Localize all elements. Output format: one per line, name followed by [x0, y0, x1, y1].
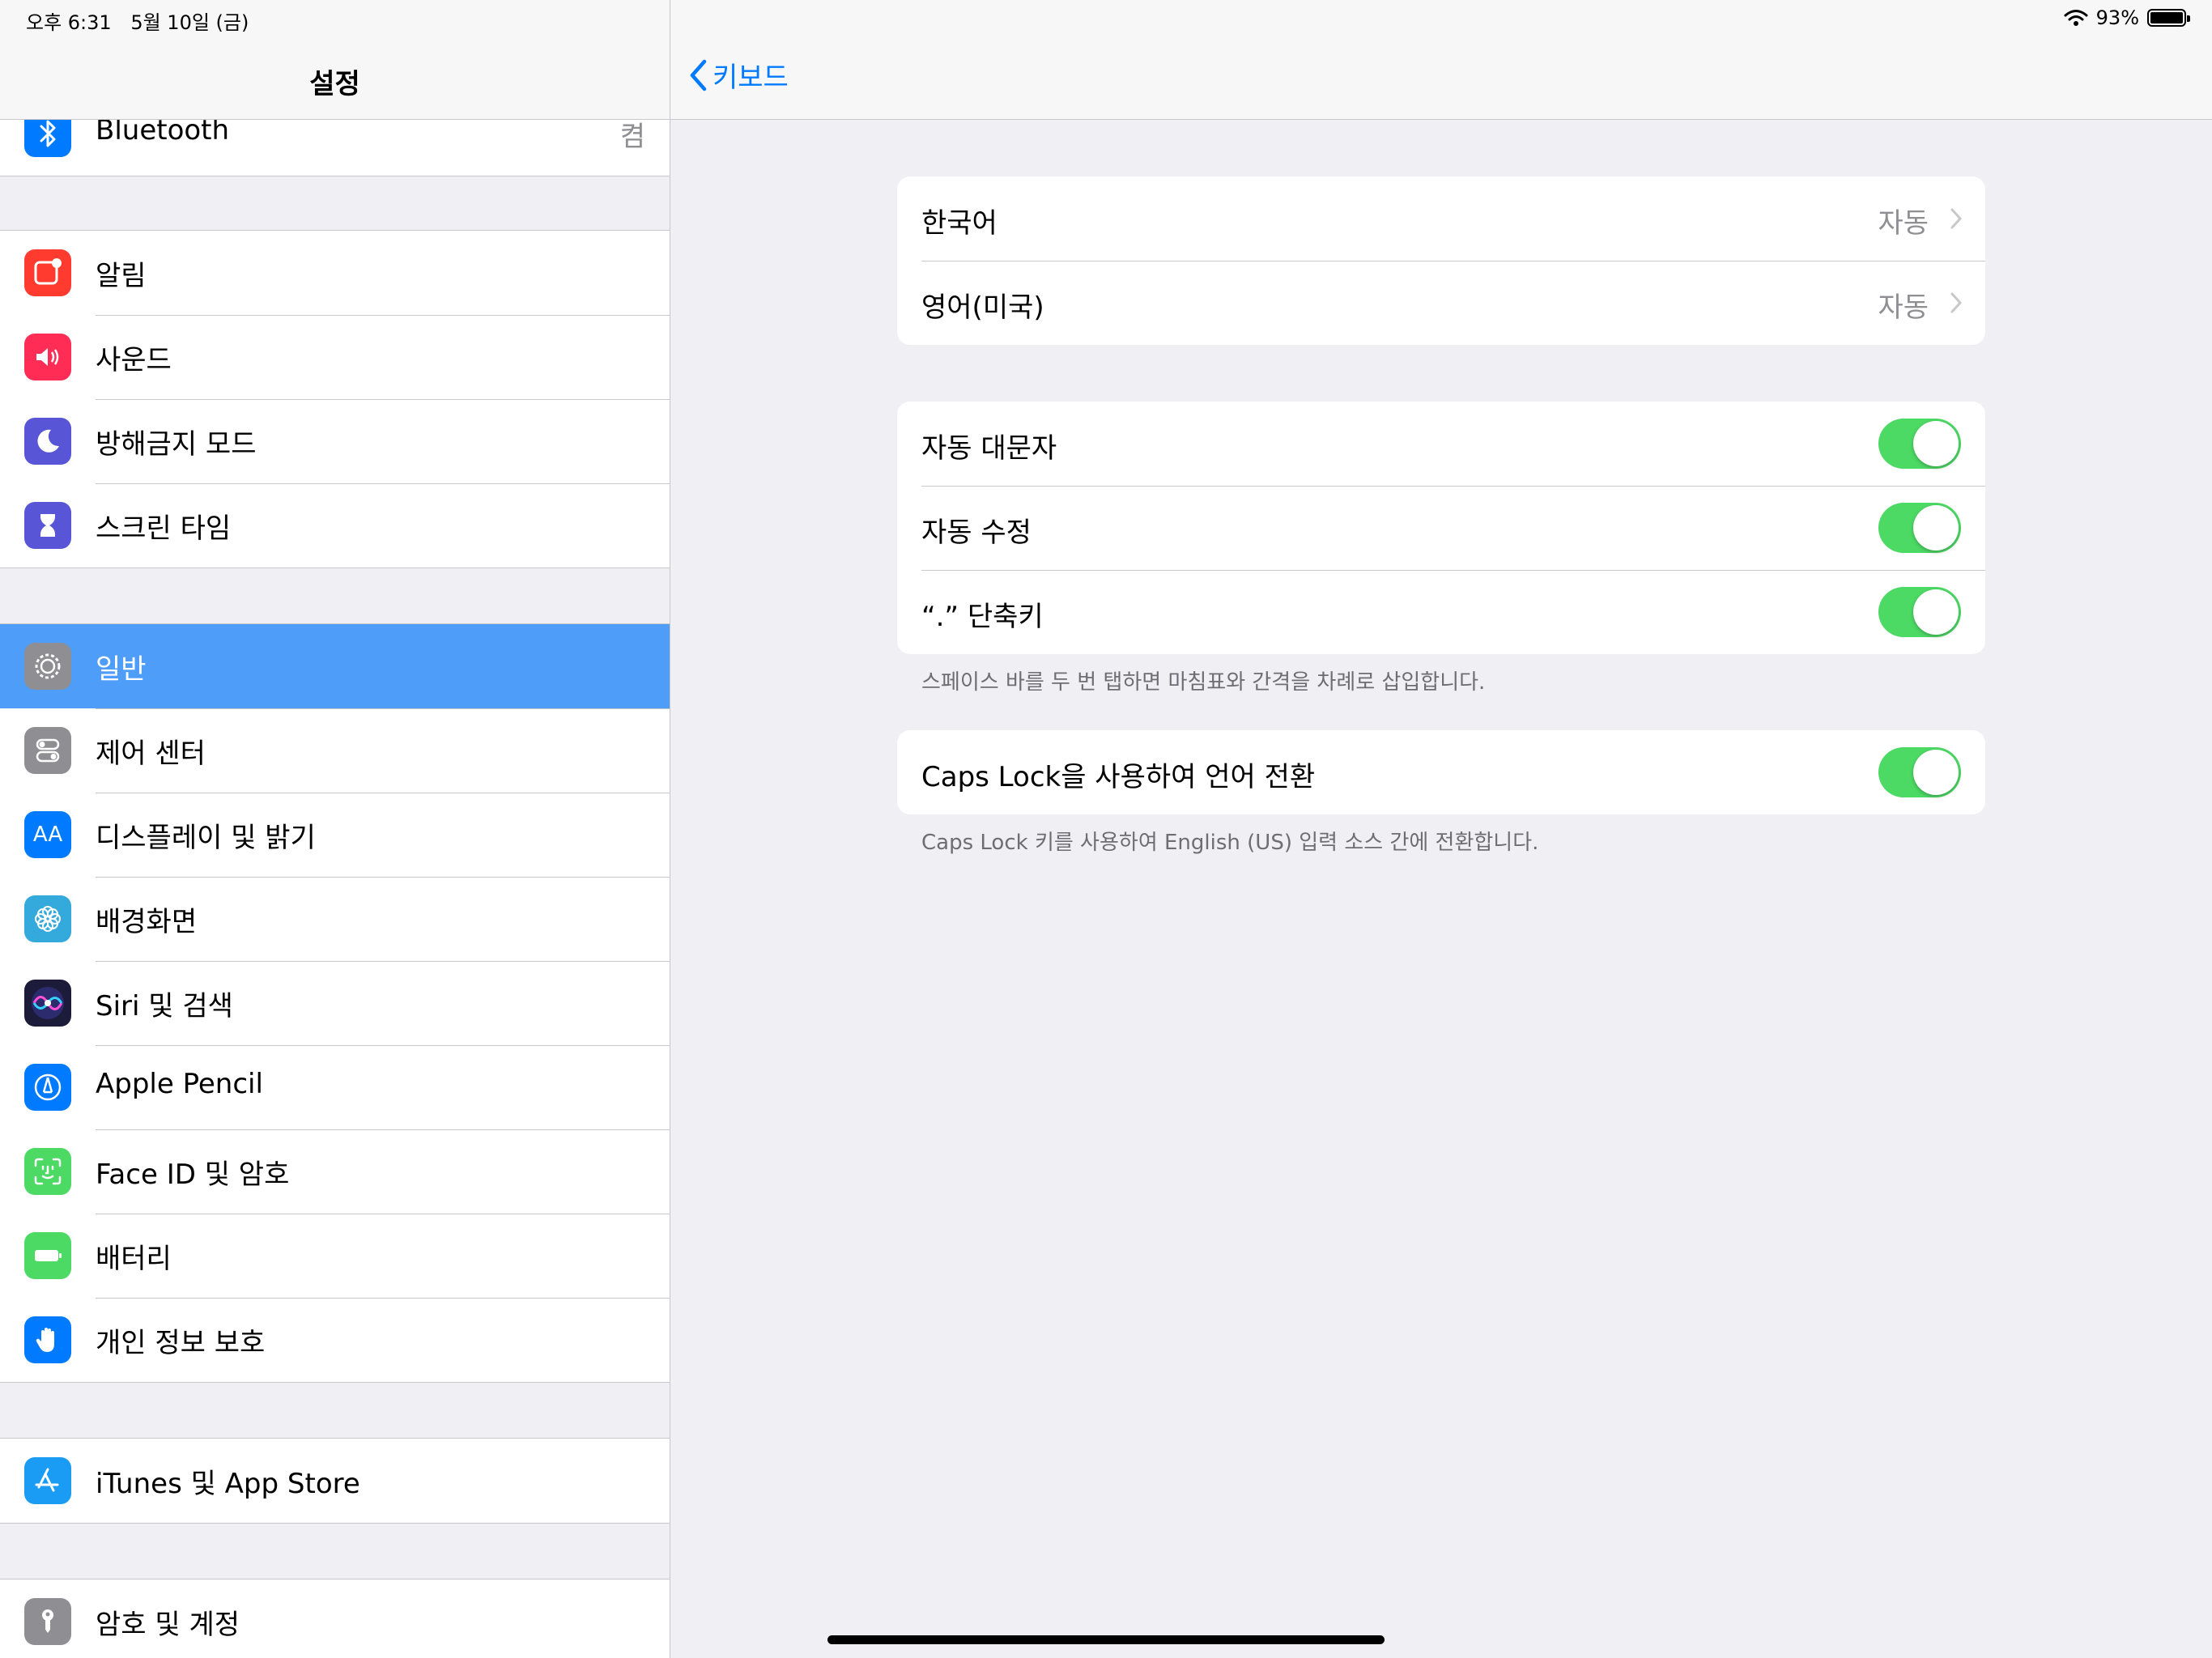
sidebar-item-label: 알림 [96, 260, 147, 292]
toggle-label: 자동 수정 [921, 517, 1032, 549]
caps-lock-language-toggle[interactable] [1878, 747, 1961, 797]
display-icon: AA [24, 811, 71, 858]
sidebar-item-label: 배터리 [96, 1243, 172, 1275]
pencil-icon [24, 1064, 71, 1111]
caps-lock-footer: Caps Lock 키를 사용하여 English (US) 입력 소스 간에 … [921, 831, 1539, 855]
wifi-icon [2064, 10, 2088, 26]
home-indicator[interactable] [827, 1635, 1385, 1644]
sidebar-item-itunes-app-store[interactable]: iTunes 및 App Store [0, 1439, 670, 1523]
sidebar-item-label: 배경화면 [96, 906, 198, 938]
sidebar-item-label: 개인 정보 보호 [96, 1327, 266, 1359]
sound-icon [24, 334, 71, 380]
language-value: 자동 [1878, 291, 1929, 324]
battery-status-icon [2147, 9, 2190, 27]
language-row-korean[interactable]: 한국어 자동 [897, 176, 1985, 261]
toggle-knob [1913, 750, 1959, 795]
keyboard-detail-pane: 키보드 한국어 자동 영어(미국) 자동 자동 대문자 자동 수정 “.” 단축… [670, 0, 2212, 1658]
chevron-left-icon [690, 59, 707, 91]
sidebar-item-do-not-disturb[interactable]: 방해금지 모드 [0, 399, 670, 483]
sidebar-item-display-brightness[interactable]: AA 디스플레이 및 밝기 [0, 793, 670, 877]
auto-capitalization-row: 자동 대문자 [897, 402, 1985, 486]
sidebar-item-general[interactable]: 일반 [0, 624, 670, 708]
battery-percentage: 93% [2095, 6, 2139, 29]
back-button[interactable]: 키보드 [688, 55, 789, 95]
sidebar-group-general: 일반 제어 센터 AA 디스플레이 및 밝기 배경화면 Siri 및 검색 Ap… [0, 623, 670, 1383]
sidebar-item-label: 스크린 타임 [96, 512, 232, 545]
hand-icon [24, 1316, 71, 1363]
language-value: 자동 [1878, 207, 1929, 240]
sidebar-item-siri-search[interactable]: Siri 및 검색 [0, 961, 670, 1045]
sidebar-item-battery[interactable]: 배터리 [0, 1214, 670, 1298]
siri-icon [24, 980, 71, 1027]
sidebar-item-privacy[interactable]: 개인 정보 보호 [0, 1298, 670, 1382]
face-id-icon [24, 1148, 71, 1195]
sidebar-item-wallpaper[interactable]: 배경화면 [0, 877, 670, 961]
toggle-label: Caps Lock을 사용하여 언어 전환 [921, 761, 1316, 793]
auto-capitalization-toggle[interactable] [1878, 419, 1961, 469]
status-bar-right: 93% [2064, 6, 2190, 29]
sidebar-item-notifications[interactable]: 알림 [0, 231, 670, 315]
hourglass-icon [24, 502, 71, 549]
back-button-label: 키보드 [713, 62, 789, 94]
sidebar-item-sounds[interactable]: 사운드 [0, 315, 670, 399]
toggle-knob [1913, 505, 1959, 551]
keyboard-options-card: 자동 대문자 자동 수정 “.” 단축키 [897, 402, 1985, 654]
status-time: 오후 6:31 [26, 11, 112, 34]
sidebar-group-store: iTunes 및 App Store [0, 1438, 670, 1524]
language-label: 영어(미국) [921, 291, 1044, 324]
sidebar-item-screen-time[interactable]: 스크린 타임 [0, 483, 670, 568]
settings-sidebar: Bluetooth 켬 설정 알림 사운드 방해금지 모드 스크린 타임 일반 … [0, 0, 670, 1658]
key-icon [24, 1598, 71, 1645]
toggle-label: 자동 대문자 [921, 432, 1057, 465]
status-bar: 오후 6:31 5월 10일 (금) 93% [0, 0, 2212, 39]
sidebar-item-label: Face ID 및 암호 [96, 1158, 290, 1191]
sidebar-item-label: 암호 및 계정 [96, 1609, 240, 1641]
gear-icon [24, 643, 71, 690]
period-shortcut-row: “.” 단축키 [897, 570, 1985, 654]
sidebar-item-label: 사운드 [96, 344, 172, 376]
auto-correction-row: 자동 수정 [897, 486, 1985, 570]
toggle-knob [1913, 589, 1959, 635]
sidebar-group-accounts: 암호 및 계정 [0, 1579, 670, 1658]
caps-lock-switch-row: Caps Lock을 사용하여 언어 전환 [897, 730, 1985, 814]
language-label: 한국어 [921, 207, 998, 240]
sidebar-item-label: 제어 센터 [96, 738, 206, 770]
sidebar-item-label: 디스플레이 및 밝기 [96, 822, 316, 854]
moon-icon [24, 418, 71, 465]
language-row-english-us[interactable]: 영어(미국) 자동 [897, 261, 1985, 345]
battery-icon [24, 1232, 71, 1279]
status-bar-left: 오후 6:31 5월 10일 (금) [26, 6, 262, 35]
sidebar-item-label: Siri 및 검색 [96, 990, 233, 1022]
notifications-icon [24, 249, 71, 296]
caps-lock-card: Caps Lock을 사용하여 언어 전환 [897, 730, 1985, 814]
wallpaper-icon [24, 895, 71, 942]
sidebar-item-label: 일반 [96, 653, 147, 686]
control-center-icon [24, 727, 71, 774]
app-store-icon [24, 1457, 71, 1504]
sidebar-item-passwords-accounts[interactable]: 암호 및 계정 [0, 1579, 670, 1658]
sidebar-item-face-id[interactable]: Face ID 및 암호 [0, 1129, 670, 1214]
sidebar-item-label: Apple Pencil [96, 1068, 263, 1100]
sidebar-group-notifications: 알림 사운드 방해금지 모드 스크린 타임 [0, 230, 670, 568]
chevron-right-icon [1950, 208, 1962, 229]
sidebar-item-label: iTunes 및 App Store [96, 1468, 360, 1500]
language-card: 한국어 자동 영어(미국) 자동 [897, 176, 1985, 345]
sidebar-item-control-center[interactable]: 제어 센터 [0, 708, 670, 793]
toggle-label: “.” 단축키 [921, 601, 1044, 633]
bluetooth-status: 켬 [619, 121, 645, 153]
display-icon-glyph: AA [32, 823, 63, 847]
auto-correction-toggle[interactable] [1878, 503, 1961, 553]
period-shortcut-footer: 스페이스 바를 두 번 탭하면 마침표와 간격을 차례로 삽입합니다. [921, 670, 1486, 695]
status-date: 5월 10일 (금) [130, 11, 249, 34]
chevron-right-icon [1950, 292, 1962, 313]
sidebar-title: 설정 [309, 68, 360, 100]
sidebar-item-apple-pencil[interactable]: Apple Pencil [0, 1045, 670, 1129]
toggle-knob [1913, 421, 1959, 466]
sidebar-item-label: 방해금지 모드 [96, 428, 257, 461]
period-shortcut-toggle[interactable] [1878, 587, 1961, 637]
